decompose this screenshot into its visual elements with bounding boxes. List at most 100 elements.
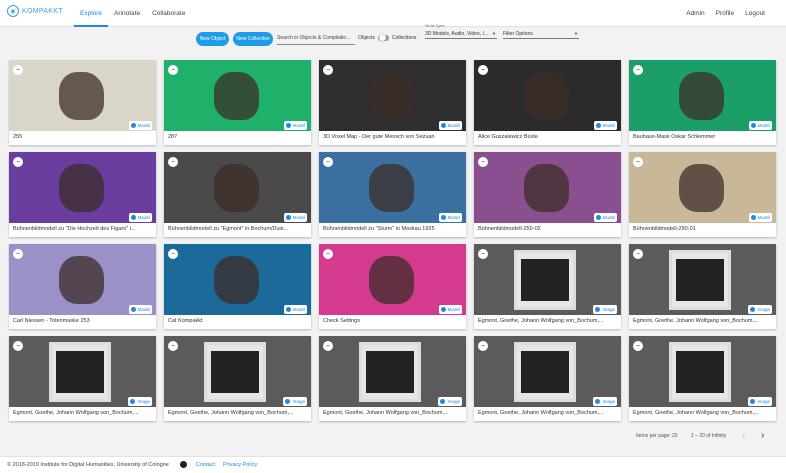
card-thumbnail[interactable]: − Image [319,336,466,407]
remove-icon[interactable]: − [633,157,643,167]
remove-icon[interactable]: − [633,249,643,259]
card-thumbnail[interactable]: − Model [319,244,466,315]
entity-card[interactable]: − Image Egmont, Goethe, Johann Wolfgang vo… [474,244,621,329]
admin-link[interactable]: Admin [686,0,704,27]
card-thumbnail[interactable]: − Model [9,152,156,223]
remove-icon[interactable]: − [168,249,178,259]
entity-card[interactable]: − Model Cat Kompakkt [164,244,311,329]
entity-card[interactable]: − Model Bühnenbildmodell zu "Sturm" in Mos… [319,152,466,237]
remove-icon[interactable]: − [478,341,488,351]
entity-card[interactable]: − Model Bühnenbildmodell zu "Die Hochzeit … [9,152,156,237]
entity-card[interactable]: − Image Egmont, Goethe, Johann Wolfgang vo… [164,336,311,421]
card-thumbnail[interactable]: − Image [164,336,311,407]
nav-annotate[interactable]: Annotate [108,0,146,27]
media-type-badge: Model [748,213,772,222]
card-thumbnail[interactable]: − Model [164,152,311,223]
image-icon [440,399,446,404]
media-types-select[interactable]: Media Types 3D Models, Audio, Video, I..… [425,24,497,39]
model-preview [679,72,724,120]
entity-card[interactable]: − Model 3D Voxel Map - Der gute Mensch von… [319,60,466,145]
card-thumbnail[interactable]: − Model [629,60,776,131]
privacy-policy-link[interactable]: Privacy Policy [223,462,257,468]
entity-card[interactable]: − Model Carl Niessen - Totenmaske 253 [9,244,156,329]
logo-text: KOMPAKKT [22,7,63,15]
cube-icon [130,215,136,220]
prev-page-icon[interactable]: ‹ [742,430,745,441]
remove-icon[interactable]: − [13,341,23,351]
remove-icon[interactable]: − [168,157,178,167]
toggle-label-collections: Collections [391,35,417,41]
card-thumbnail[interactable]: − Image [629,244,776,315]
remove-icon[interactable]: − [168,341,178,351]
card-thumbnail[interactable]: − Image [474,244,621,315]
model-preview [59,164,104,212]
remove-icon[interactable]: − [478,249,488,259]
entity-card[interactable]: − Model Bühnenbildmodell zu "Egmont" in Bo… [164,152,311,237]
app-logo[interactable]: ◉ KOMPAKKT [7,5,63,17]
model-preview [524,164,569,212]
image-preview [204,342,266,402]
nav-explore[interactable]: Explore [74,0,109,27]
media-types-value: 3D Models, Audio, Video, I... [425,31,489,37]
remove-icon[interactable]: − [168,65,178,75]
card-thumbnail[interactable]: − Image [9,336,156,407]
image-content [521,259,569,301]
media-type-badge: Image [438,397,462,406]
filter-options-select[interactable]: Filter Options ▼ [503,27,579,39]
card-thumbnail[interactable]: − Model [164,60,311,131]
media-type-label: Model [137,307,150,312]
remove-icon[interactable]: − [323,249,333,259]
card-thumbnail[interactable]: − Model [9,60,156,131]
media-type-badge: Model [438,213,462,222]
media-types-label: Media Types [425,24,445,28]
card-thumbnail[interactable]: − Model [9,244,156,315]
entity-card[interactable]: − Model 287 [164,60,311,145]
logout-link[interactable]: Logout [745,0,765,27]
cube-icon [750,215,756,220]
card-thumbnail[interactable]: − Image [474,336,621,407]
card-thumbnail[interactable]: − Model [474,152,621,223]
entity-card[interactable]: − Model Bauhaus-Mask Oskar Schlemmer [629,60,776,145]
new-collection-button[interactable]: New Collection [233,32,273,46]
cube-icon [130,307,136,312]
model-preview [524,72,569,120]
remove-icon[interactable]: − [13,157,23,167]
media-type-badge: Model [438,305,462,314]
remove-icon[interactable]: − [633,65,643,75]
entity-card[interactable]: − Model Check Settings [319,244,466,329]
card-thumbnail[interactable]: − Model [319,60,466,131]
entity-card[interactable]: − Model Alice Guszalewicz Büste [474,60,621,145]
objects-collections-toggle[interactable]: Objects Collections [358,34,417,41]
entity-card[interactable]: − Image Egmont, Goethe, Johann Wolfgang vo… [9,336,156,421]
remove-icon[interactable]: − [478,157,488,167]
remove-icon[interactable]: − [323,341,333,351]
new-object-button[interactable]: New Object [196,32,229,46]
entity-card[interactable]: − Model 255 [9,60,156,145]
remove-icon[interactable]: − [323,157,333,167]
entity-card[interactable]: − Model Bühnenbildmodell-250-01 [629,152,776,237]
entity-card[interactable]: − Model Bühnenbildmodell-250-02 [474,152,621,237]
card-thumbnail[interactable]: − Image [629,336,776,407]
card-thumbnail[interactable]: − Model [164,244,311,315]
remove-icon[interactable]: − [633,341,643,351]
remove-icon[interactable]: − [13,65,23,75]
card-title: Check Settings [323,318,360,324]
card-thumbnail[interactable]: − Model [319,152,466,223]
github-icon[interactable] [180,461,187,468]
nav-collaborate[interactable]: Collaborate [146,0,191,27]
contact-link[interactable]: Contact [196,462,215,468]
entity-card[interactable]: − Image Egmont, Goethe, Johann Wolfgang vo… [319,336,466,421]
card-thumbnail[interactable]: − Model [474,60,621,131]
entity-card[interactable]: − Image Egmont, Goethe, Johann Wolfgang vo… [629,336,776,421]
remove-icon[interactable]: − [13,249,23,259]
remove-icon[interactable]: − [478,65,488,75]
items-per-page-select[interactable]: 20 [672,433,678,439]
card-thumbnail[interactable]: − Model [629,152,776,223]
toggle-switch[interactable] [377,34,389,41]
search-input[interactable]: Search in Objects & Compilatio... [277,33,355,45]
next-page-icon[interactable]: › [761,430,764,441]
profile-link[interactable]: Profile [716,0,734,27]
entity-card[interactable]: − Image Egmont, Goethe, Johann Wolfgang vo… [629,244,776,329]
entity-card[interactable]: − Image Egmont, Goethe, Johann Wolfgang vo… [474,336,621,421]
remove-icon[interactable]: − [323,65,333,75]
